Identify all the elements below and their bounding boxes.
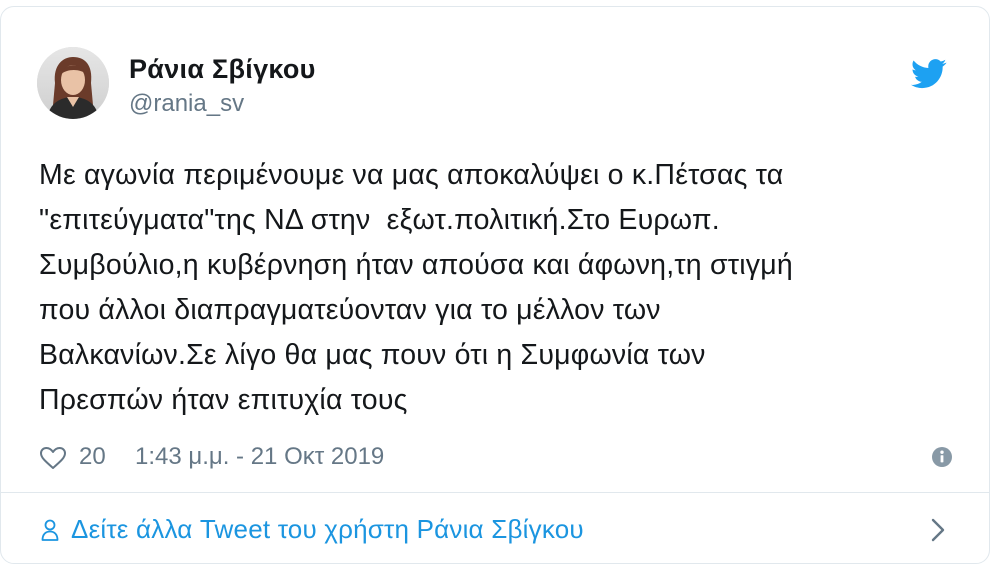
person-icon	[41, 519, 59, 541]
author-handle[interactable]: @rania_sv	[129, 89, 316, 119]
tweet-timestamp[interactable]: 1:43 μ.μ. - 21 Οκτ 2019	[135, 437, 384, 477]
tweet-card: Ράνια Σβίγκου @rania_sv Με αγωνία περιμέ…	[0, 6, 990, 564]
heart-icon[interactable]	[39, 446, 67, 470]
more-tweets-label[interactable]: Δείτε άλλα Tweet του χρήστη Ράνια Σβίγκο…	[71, 511, 584, 547]
author-names: Ράνια Σβίγκου @rania_sv	[129, 53, 316, 119]
tweet-meta: 20 1:43 μ.μ. - 21 Οκτ 2019	[39, 437, 953, 477]
twitter-bird-icon[interactable]	[911, 59, 947, 89]
info-icon[interactable]	[931, 446, 953, 468]
tweet-text: Με αγωνία περιμένουμε να μας αποκαλύψει …	[39, 159, 793, 416]
avatar-photo-icon	[37, 47, 109, 119]
chevron-right-icon[interactable]	[931, 518, 945, 542]
author-avatar[interactable]	[37, 47, 109, 119]
author-display-name[interactable]: Ράνια Σβίγκου	[129, 53, 316, 85]
more-tweets-link[interactable]: Δείτε άλλα Tweet του χρήστη Ράνια Σβίγκο…	[1, 493, 989, 563]
like-count[interactable]: 20	[79, 437, 106, 477]
tweet-header: Ράνια Σβίγκου @rania_sv	[37, 47, 953, 123]
